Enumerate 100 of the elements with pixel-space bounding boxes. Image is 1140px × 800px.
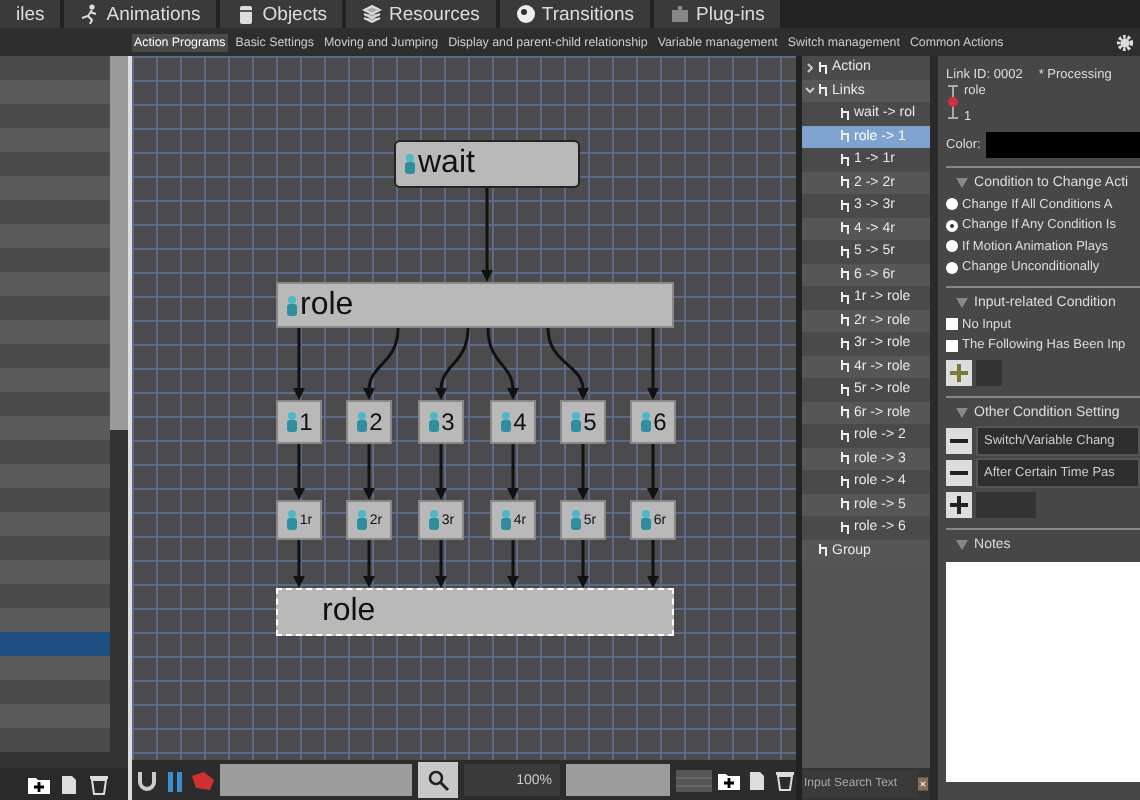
link-arrow[interactable] xyxy=(293,444,305,500)
bars-icon[interactable] xyxy=(164,769,186,791)
add-folder-icon[interactable] xyxy=(28,773,50,795)
main-tab[interactable]: Plug-ins xyxy=(654,0,781,28)
link-arrow[interactable] xyxy=(577,444,589,500)
character-icon xyxy=(285,412,298,432)
link-arrow[interactable] xyxy=(546,327,589,400)
action-node[interactable]: role xyxy=(276,588,674,636)
link-arrow[interactable] xyxy=(647,328,659,400)
trash-icon[interactable] xyxy=(88,773,110,795)
link-icon xyxy=(818,84,830,97)
action-node[interactable]: wait xyxy=(394,140,580,188)
link-pin-icon xyxy=(946,84,961,120)
link-icon xyxy=(840,360,852,373)
remove-button[interactable] xyxy=(946,459,973,485)
link-arrow[interactable] xyxy=(486,327,519,400)
link-icon xyxy=(840,383,852,396)
remove-button[interactable] xyxy=(946,427,973,453)
new-file-icon[interactable] xyxy=(746,769,768,791)
link-icon xyxy=(840,268,852,281)
action-node[interactable]: 6 xyxy=(630,400,676,444)
link-icon xyxy=(840,452,852,465)
link-arrow[interactable] xyxy=(435,540,447,588)
collapse-triangle-icon[interactable] xyxy=(956,540,969,550)
character-icon xyxy=(639,510,652,530)
main-tab[interactable]: iles xyxy=(0,0,61,28)
character-icon xyxy=(286,295,298,315)
link-icon xyxy=(840,222,852,235)
checkbox[interactable] xyxy=(946,339,959,352)
character-icon xyxy=(427,510,440,530)
text-field[interactable] xyxy=(566,764,670,796)
main-tab[interactable]: Animations xyxy=(64,0,217,28)
link-icon xyxy=(818,544,830,557)
zoom-button[interactable] xyxy=(418,762,458,798)
add-button[interactable] xyxy=(946,491,973,517)
checkbox[interactable] xyxy=(946,318,959,331)
link-icon xyxy=(840,107,852,120)
action-node[interactable]: role xyxy=(276,282,674,328)
text-field[interactable] xyxy=(220,764,412,796)
trash-icon[interactable] xyxy=(774,769,796,791)
notes-field[interactable] xyxy=(946,562,1140,782)
character-icon xyxy=(499,412,512,432)
running-figure-icon xyxy=(80,4,101,24)
link-arrow[interactable] xyxy=(507,540,519,588)
collapse-triangle-icon[interactable] xyxy=(956,178,969,188)
link-arrow[interactable] xyxy=(363,540,375,588)
link-arrow[interactable] xyxy=(647,444,659,500)
puzzle-icon xyxy=(670,4,691,24)
radio-button[interactable] xyxy=(946,261,959,274)
close-icon[interactable] xyxy=(918,772,928,796)
main-tab[interactable]: Objects xyxy=(220,0,343,28)
radio-button[interactable] xyxy=(946,240,959,253)
settings-icon[interactable] xyxy=(1116,33,1134,51)
add-folder-icon[interactable] xyxy=(718,769,740,791)
link-icon xyxy=(840,475,852,488)
link-icon xyxy=(840,429,852,442)
link-icon xyxy=(840,498,852,511)
link-icon xyxy=(840,130,852,143)
character-icon xyxy=(355,412,368,432)
link-icon xyxy=(840,153,852,166)
link-icon xyxy=(840,176,852,189)
action-node[interactable]: 5 xyxy=(560,400,606,444)
link-arrow[interactable] xyxy=(577,540,589,588)
action-node[interactable]: 2 xyxy=(346,400,392,444)
main-tab[interactable]: Resources xyxy=(346,0,496,28)
magnet-icon[interactable] xyxy=(136,769,158,791)
new-file-icon[interactable] xyxy=(58,773,80,795)
action-node[interactable]: 3 xyxy=(418,400,464,444)
link-arrow[interactable] xyxy=(435,444,447,500)
link-icon xyxy=(840,245,852,258)
link-arrow[interactable] xyxy=(435,327,470,400)
scrollbar-thumb[interactable] xyxy=(110,56,128,430)
add-button[interactable] xyxy=(946,359,973,385)
link-arrow[interactable] xyxy=(293,540,305,588)
knob-icon xyxy=(515,4,536,24)
link-arrow[interactable] xyxy=(507,444,519,500)
character-icon xyxy=(427,412,440,432)
character-icon xyxy=(404,154,416,174)
layers-icon xyxy=(362,4,383,24)
character-icon xyxy=(355,510,368,530)
link-icon xyxy=(818,61,830,74)
collapse-triangle-icon[interactable] xyxy=(956,298,969,308)
search-icon xyxy=(427,769,449,791)
plus-icon xyxy=(948,361,971,383)
main-tab[interactable]: Transitions xyxy=(499,0,651,28)
color-field[interactable] xyxy=(986,132,1140,158)
action-node[interactable]: 4 xyxy=(490,400,536,444)
link-arrow[interactable] xyxy=(481,188,493,282)
link-icon xyxy=(840,521,852,534)
link-arrow[interactable] xyxy=(293,328,305,400)
link-arrow[interactable] xyxy=(363,444,375,500)
link-arrow[interactable] xyxy=(363,327,400,400)
radio-button[interactable] xyxy=(946,198,959,211)
collapse-triangle-icon[interactable] xyxy=(956,408,969,418)
link-arrow[interactable] xyxy=(647,540,659,588)
jar-icon xyxy=(236,4,257,24)
radio-button[interactable] xyxy=(946,219,959,232)
link-icon xyxy=(840,314,852,327)
action-node[interactable]: 1 xyxy=(276,400,322,444)
blob-icon[interactable] xyxy=(192,769,214,791)
